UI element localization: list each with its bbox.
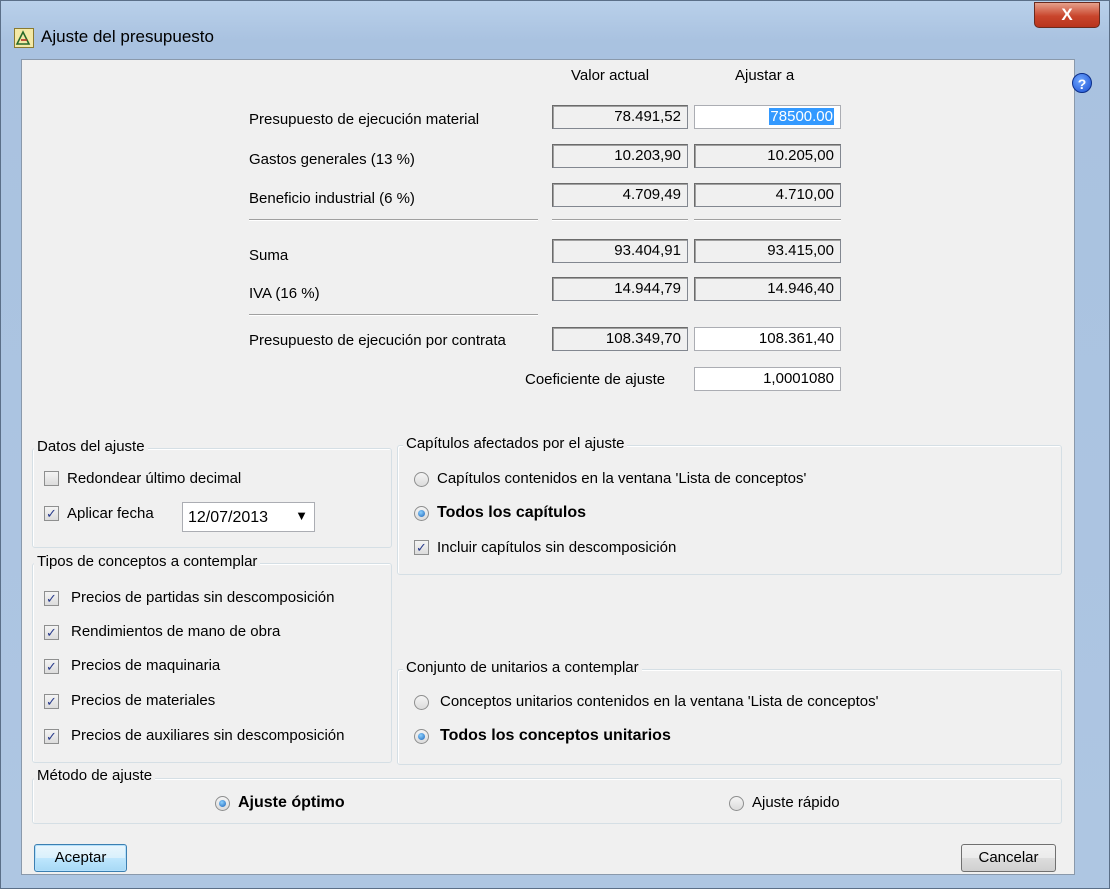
separator xyxy=(249,314,538,316)
radio-unitarios-all[interactable] xyxy=(414,729,429,744)
radio-capitulos-all[interactable] xyxy=(414,506,429,521)
group-title-capitulos: Capítulos afectados por el ajuste xyxy=(403,435,628,452)
radio-ajuste-rapido-label[interactable]: Ajuste rápido xyxy=(752,794,840,811)
adjust-value-gastos-generales: 10.205,00 xyxy=(694,144,841,168)
concept-type-label[interactable]: Precios de partidas sin descomposición xyxy=(71,589,334,606)
radio-ajuste-optimo-label[interactable]: Ajuste óptimo xyxy=(238,794,345,812)
coefficient-label: Coeficiente de ajuste xyxy=(525,371,666,388)
date-value: 12/07/2013 xyxy=(188,509,269,526)
group-title-tipos-conceptos: Tipos de conceptos a contemplar xyxy=(34,553,261,570)
concept-type-label[interactable]: Precios de maquinaria xyxy=(71,657,220,674)
group-datos-ajuste xyxy=(32,448,392,548)
apply-date-label[interactable]: Aplicar fecha xyxy=(67,505,154,522)
budget-adjust-icon xyxy=(14,28,34,48)
radio-ajuste-optimo[interactable] xyxy=(215,796,230,811)
row-label-gastos-generales: Gastos generales (13 %) xyxy=(249,151,415,168)
concept-type-checkbox[interactable]: ✓ xyxy=(44,659,59,674)
row-label-pem: Presupuesto de ejecución material xyxy=(249,111,480,128)
separator xyxy=(552,219,688,221)
dialog-window: Ajuste del presupuesto X ? Valor actual … xyxy=(0,0,1110,889)
separator xyxy=(694,219,841,221)
radio-unitarios-window-label[interactable]: Conceptos unitarios contenidos en la ven… xyxy=(440,693,879,710)
include-capitulos-checkbox[interactable]: ✓ xyxy=(414,540,429,555)
adjust-value-beneficio-industrial: 4.710,00 xyxy=(694,183,841,207)
adjust-value-suma: 93.415,00 xyxy=(694,239,841,263)
coefficient-input[interactable]: 1,0001080 xyxy=(694,367,841,391)
concept-type-label[interactable]: Rendimientos de mano de obra xyxy=(71,623,280,640)
round-decimal-label[interactable]: Redondear último decimal xyxy=(67,470,241,487)
group-metodo xyxy=(32,778,1062,824)
concept-type-label[interactable]: Precios de auxiliares sin descomposición xyxy=(71,727,344,744)
separator xyxy=(249,219,538,221)
concept-type-checkbox[interactable]: ✓ xyxy=(44,591,59,606)
column-header-adjust: Ajustar a xyxy=(735,67,795,84)
current-value-pem: 78.491,52 xyxy=(552,105,688,129)
current-value-iva: 14.944,79 xyxy=(552,277,688,301)
concept-type-label[interactable]: Precios de materiales xyxy=(71,692,215,709)
adjust-value-iva: 14.946,40 xyxy=(694,277,841,301)
row-label-pec: Presupuesto de ejecución por contrata xyxy=(249,332,506,349)
radio-ajuste-rapido[interactable] xyxy=(729,796,744,811)
current-value-gastos-generales: 10.203,90 xyxy=(552,144,688,168)
group-title-datos-ajuste: Datos del ajuste xyxy=(34,438,148,455)
close-icon: X xyxy=(1061,5,1073,24)
radio-capitulos-window[interactable] xyxy=(414,472,429,487)
round-decimal-checkbox[interactable] xyxy=(44,471,59,486)
cancel-button[interactable]: Cancelar xyxy=(961,844,1056,872)
radio-unitarios-window[interactable] xyxy=(414,695,429,710)
adjust-input-pec[interactable]: 108.361,40 xyxy=(694,327,841,351)
current-value-beneficio-industrial: 4.709,49 xyxy=(552,183,688,207)
include-capitulos-label[interactable]: Incluir capítulos sin descomposición xyxy=(437,539,676,556)
group-title-metodo: Método de ajuste xyxy=(34,767,156,784)
concept-type-checkbox[interactable]: ✓ xyxy=(44,729,59,744)
concept-type-checkbox[interactable]: ✓ xyxy=(44,625,59,640)
date-picker[interactable]: 12/07/2013 ▼ xyxy=(182,502,315,532)
accept-button[interactable]: Aceptar xyxy=(34,844,127,872)
help-icon[interactable]: ? xyxy=(1072,73,1092,93)
current-value-suma: 93.404,91 xyxy=(552,239,688,263)
row-label-iva: IVA (16 %) xyxy=(249,285,320,302)
current-value-pec: 108.349,70 xyxy=(552,327,688,351)
row-label-suma: Suma xyxy=(249,247,289,264)
group-title-unitarios: Conjunto de unitarios a contemplar xyxy=(403,659,642,676)
close-button[interactable]: X xyxy=(1034,2,1100,28)
column-header-current: Valor actual xyxy=(571,67,650,84)
radio-capitulos-window-label[interactable]: Capítulos contenidos en la ventana 'List… xyxy=(437,470,806,487)
window-title: Ajuste del presupuesto xyxy=(41,27,214,46)
group-unitarios xyxy=(397,669,1062,765)
radio-unitarios-all-label[interactable]: Todos los conceptos unitarios xyxy=(440,727,671,745)
adjust-input-pem[interactable]: 78500.00 xyxy=(694,105,841,129)
title-bar: Ajuste del presupuesto X xyxy=(1,1,1109,59)
radio-capitulos-all-label[interactable]: Todos los capítulos xyxy=(437,504,586,522)
apply-date-checkbox[interactable]: ✓ xyxy=(44,506,59,521)
row-label-beneficio-industrial: Beneficio industrial (6 %) xyxy=(249,190,415,207)
chevron-down-icon[interactable]: ▼ xyxy=(295,508,308,523)
concept-type-checkbox[interactable]: ✓ xyxy=(44,694,59,709)
